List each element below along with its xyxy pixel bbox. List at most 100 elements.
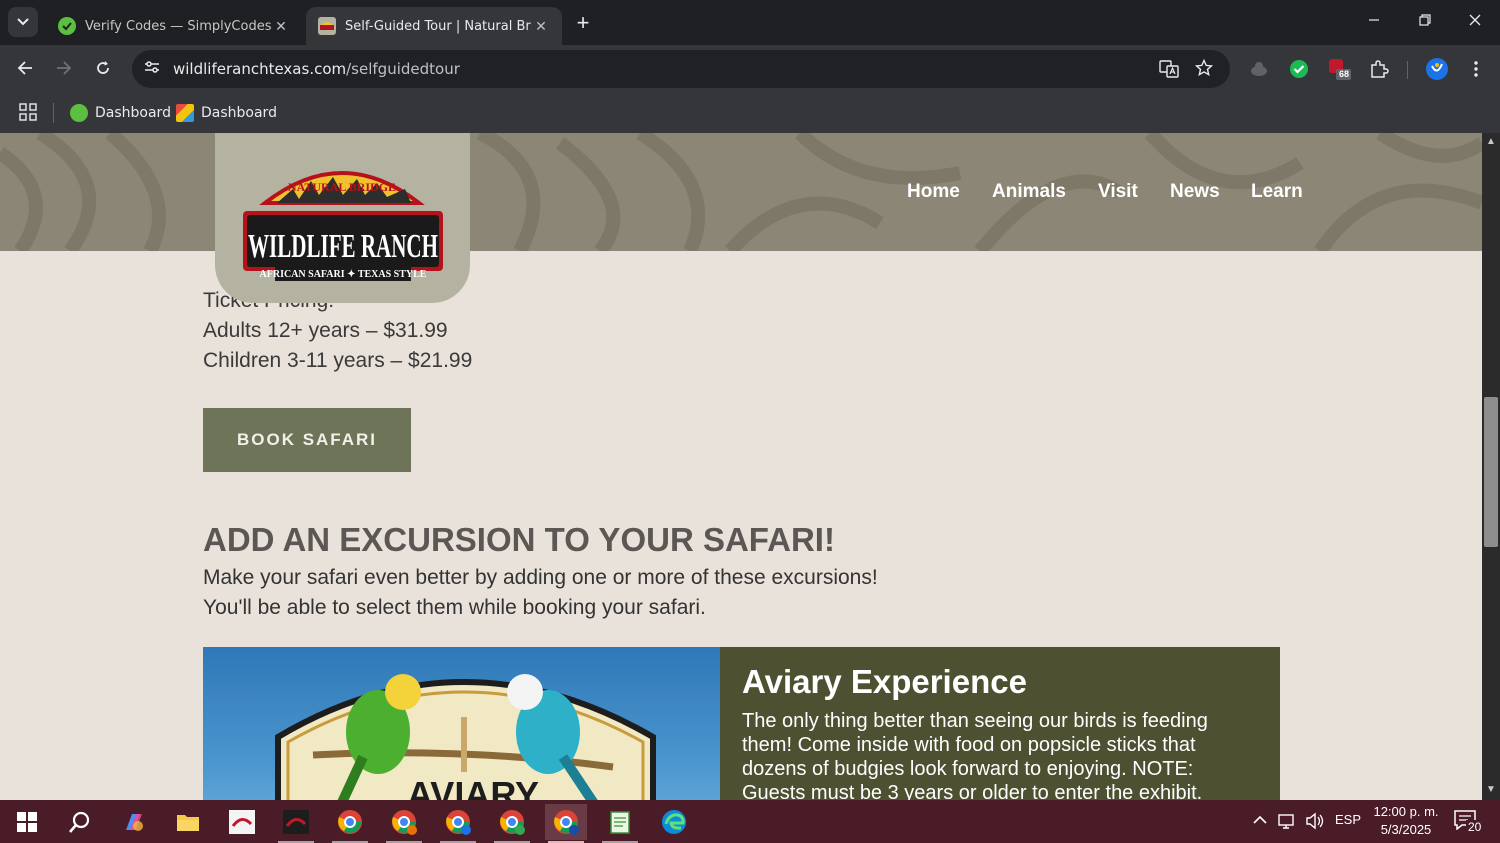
chrome-profile-1-icon[interactable]: [329, 804, 371, 843]
tab-wildlife-ranch[interactable]: Self-Guided Tour | Natural Bridge Wildli…: [306, 7, 562, 45]
tray-chevron-up-icon[interactable]: [1253, 812, 1267, 828]
url-text: wildliferanchtexas.com/selfguidedtour: [173, 60, 460, 78]
bookmark-star-icon[interactable]: [1193, 58, 1215, 81]
toolbar-divider: [1407, 61, 1408, 79]
price-children: Children 3-11 years – $21.99: [203, 349, 473, 372]
back-button[interactable]: [12, 57, 38, 83]
search-button[interactable]: [59, 804, 101, 840]
bookmarks-bar: Dashboard Dashboard: [0, 93, 1500, 133]
chrome-active-icon[interactable]: [545, 804, 587, 843]
clock-date: 5/3/2025: [1380, 822, 1432, 837]
url-path: /selfguidedtour: [346, 60, 460, 78]
close-window-button[interactable]: [1455, 8, 1495, 36]
nav-learn[interactable]: Learn: [1251, 181, 1303, 203]
bookmark-label: Dashboard: [95, 105, 171, 121]
logo-tagline: AFRICAN SAFARI ✦ TEXAS STYLE: [260, 269, 427, 280]
nav-animals[interactable]: Animals: [992, 181, 1066, 203]
site-logo[interactable]: NATURAL BRIDGE WILDLIFE RANCH AFRICAN SA…: [215, 133, 470, 303]
nav-news[interactable]: News: [1170, 181, 1220, 203]
web-page: Ticket Pricing: Adults 12+ years – $31.9…: [0, 133, 1482, 800]
simplycodes-favicon-icon: [70, 104, 88, 122]
wildlife-ranch-logo: NATURAL BRIDGE WILDLIFE RANCH AFRICAN SA…: [243, 171, 443, 281]
edge-icon[interactable]: [653, 804, 695, 840]
aviary-description: The only thing better than seeing our bi…: [742, 710, 1208, 800]
excursion-description: Make your safari even better by adding o…: [203, 563, 878, 623]
file-explorer-icon[interactable]: [167, 804, 209, 840]
tab-simplycodes[interactable]: Verify Codes — SimplyCodes ✕: [46, 7, 302, 45]
simplycodes-extension-icon[interactable]: [1287, 57, 1311, 81]
extensions-puzzle-icon[interactable]: [1367, 57, 1391, 81]
copilot-icon[interactable]: [113, 804, 155, 840]
close-icon[interactable]: ✕: [532, 18, 550, 35]
network-icon[interactable]: [1278, 812, 1298, 833]
minimize-icon: [1369, 19, 1379, 21]
tab-title: Verify Codes — SimplyCodes: [85, 18, 272, 34]
apps-grid-icon[interactable]: [19, 103, 39, 123]
extension-gray-icon[interactable]: [1247, 57, 1271, 81]
browser-toolbar: wildliferanchtexas.com/selfguidedtour 68: [0, 45, 1500, 93]
notepad-icon[interactable]: [599, 804, 641, 843]
chrome-profile-3-icon[interactable]: [437, 804, 479, 843]
chrome-profile-2-icon[interactable]: [383, 804, 425, 843]
nav-home[interactable]: Home: [907, 181, 960, 203]
scroll-up-arrow-icon[interactable]: ▲: [1484, 136, 1498, 147]
tab-title: Self-Guided Tour | Natural Bridge Wildli…: [345, 18, 532, 34]
url-host: wildliferanchtexas.com: [173, 60, 347, 78]
close-icon: [1469, 14, 1481, 26]
tab-strip: Verify Codes — SimplyCodes ✕ Self-Guided…: [0, 0, 1500, 45]
logo-main-text: WILDLIFE RANCH: [248, 228, 438, 265]
aviary-sign-text: AVIARY: [407, 774, 539, 800]
minimize-button[interactable]: [1354, 8, 1394, 36]
chevron-down-icon: [17, 18, 29, 26]
restore-button[interactable]: [1405, 8, 1445, 36]
arrow-right-icon: [57, 61, 72, 75]
price-adults: Adults 12+ years – $31.99: [203, 319, 448, 342]
search-icon: [69, 811, 90, 833]
app-icon-1[interactable]: [221, 804, 263, 840]
app-icon-2[interactable]: [275, 804, 317, 843]
screen: Verify Codes — SimplyCodes ✕ Self-Guided…: [0, 0, 1500, 843]
windows-logo-icon: [17, 812, 37, 832]
reload-icon: [97, 61, 109, 74]
arrow-left-icon: [17, 61, 32, 75]
excursion-heading: ADD AN EXCURSION TO YOUR SAFARI!: [203, 521, 835, 558]
translate-icon[interactable]: [1158, 59, 1180, 81]
extension-badge-count: 68: [1339, 69, 1350, 79]
aviary-experience-card[interactable]: AVIARY Aviary Experience The only thing …: [203, 647, 1280, 800]
forward-button[interactable]: [51, 57, 77, 83]
aviary-heading: Aviary Experience: [742, 663, 1027, 700]
reload-button[interactable]: [90, 57, 116, 83]
kebab-menu-icon[interactable]: [1464, 57, 1488, 81]
bookmark-dashboard-simplycodes[interactable]: Dashboard: [70, 101, 171, 125]
wildlife-ranch-favicon-icon: [318, 17, 336, 35]
bookmarks-divider: [53, 103, 54, 123]
tab-search-button[interactable]: [8, 7, 38, 37]
excursion-line-1: Make your safari even better by adding o…: [203, 566, 878, 589]
extension-badge-icon[interactable]: 68: [1327, 57, 1351, 81]
logo-top-text: NATURAL BRIDGE: [288, 180, 396, 194]
system-clock[interactable]: 12:00 p. m. 5/3/2025: [1368, 803, 1444, 839]
clock-time: 12:00 p. m.: [1373, 804, 1439, 819]
aviary-image: AVIARY: [203, 647, 720, 800]
scroll-down-arrow-icon[interactable]: ▼: [1484, 784, 1498, 795]
bookmark-label: Dashboard: [201, 105, 277, 121]
dashboard-favicon-icon: [176, 104, 194, 122]
nav-visit[interactable]: Visit: [1098, 181, 1138, 203]
restore-icon: [1419, 14, 1431, 26]
windows-taskbar: [0, 800, 1500, 843]
close-icon[interactable]: ✕: [272, 18, 290, 35]
address-bar[interactable]: wildliferanchtexas.com/selfguidedtour: [132, 50, 1230, 88]
chrome-profile-4-icon[interactable]: [491, 804, 533, 843]
excursion-line-2: You'll be able to select them while book…: [203, 596, 706, 619]
input-language[interactable]: ESP: [1335, 812, 1361, 827]
simplycodes-favicon-icon: [58, 17, 76, 35]
scrollbar-thumb[interactable]: [1484, 397, 1498, 547]
new-tab-button[interactable]: +: [570, 10, 596, 36]
start-button[interactable]: [6, 804, 48, 840]
volume-icon[interactable]: [1305, 812, 1325, 833]
notification-center-button[interactable]: 20: [1454, 810, 1490, 836]
book-safari-button[interactable]: BOOK SAFARI: [203, 408, 411, 472]
bookmark-dashboard-colorful[interactable]: Dashboard: [176, 101, 277, 125]
site-info-icon[interactable]: [142, 59, 162, 79]
profile-avatar-icon[interactable]: [1425, 57, 1449, 81]
